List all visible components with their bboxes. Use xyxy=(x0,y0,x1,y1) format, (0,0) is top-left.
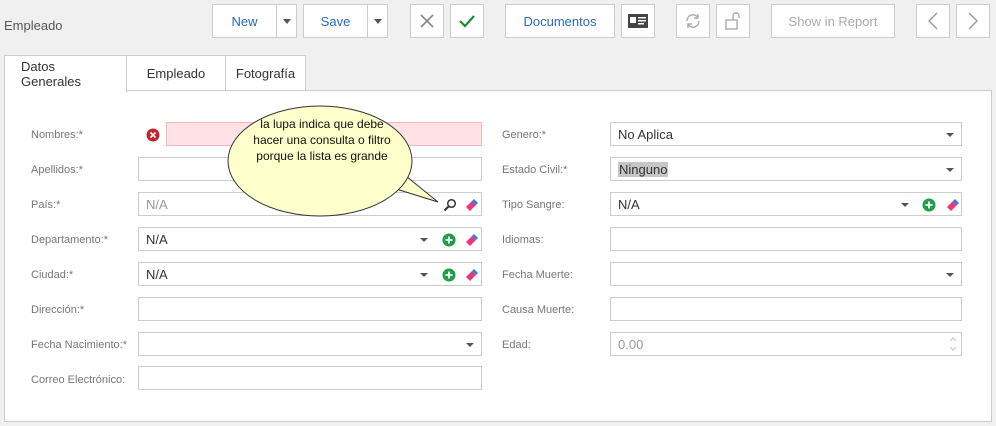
tab-bar: Datos Generales Empleado Fotografía xyxy=(4,55,306,92)
genero-label: Genero:* xyxy=(502,129,547,141)
refresh-icon xyxy=(686,14,700,28)
new-dropdown-button[interactable] xyxy=(276,4,297,38)
ciudad-label: Ciudad:* xyxy=(31,269,74,281)
eraser-icon[interactable] xyxy=(464,233,478,247)
tab-label: Empleado xyxy=(146,66,206,81)
fecha-nacimiento-label: Fecha Nacimiento:* xyxy=(31,339,127,351)
plus-circle-icon[interactable] xyxy=(442,233,456,247)
apellidos-label: Apellidos:* xyxy=(31,164,83,176)
chevron-down-icon[interactable] xyxy=(466,343,474,347)
estado-civil-select[interactable]: Ninguno xyxy=(610,157,962,181)
plus-circle-icon[interactable] xyxy=(442,268,456,282)
chevron-right-icon xyxy=(968,12,978,30)
chevron-down-icon[interactable] xyxy=(420,238,428,242)
fecha-muerte-label: Fecha Muerte: xyxy=(502,269,573,281)
idiomas-input[interactable] xyxy=(610,227,962,251)
chevron-down-icon[interactable] xyxy=(901,203,909,207)
previous-button[interactable] xyxy=(916,4,950,38)
documentos-button[interactable]: Documentos xyxy=(505,4,615,38)
departamento-value: N/A xyxy=(146,231,168,247)
plus-circle-icon[interactable] xyxy=(922,198,936,212)
pais-label: País:* xyxy=(31,199,61,211)
next-button[interactable] xyxy=(956,4,990,38)
genero-value: No Aplica xyxy=(618,126,673,142)
chevron-down-icon[interactable] xyxy=(946,133,954,137)
direccion-label: Dirección:* xyxy=(31,304,85,316)
eraser-icon[interactable] xyxy=(464,198,478,212)
idiomas-label: Idiomas: xyxy=(502,234,544,246)
causa-muerte-label: Causa Muerte: xyxy=(502,304,575,316)
chevron-down-icon[interactable] xyxy=(946,273,954,277)
id-card-icon xyxy=(628,14,648,28)
pais-value: N/A xyxy=(146,196,168,212)
chevron-down-icon xyxy=(282,18,291,24)
correo-label: Correo Electrónico: xyxy=(31,374,126,386)
edad-value: 0.00 xyxy=(618,336,644,352)
new-button[interactable]: New xyxy=(212,4,277,38)
tab-fotografia[interactable]: Fotografía xyxy=(225,55,306,91)
estado-civil-label: Estado Civil:* xyxy=(502,164,568,176)
accept-button[interactable] xyxy=(450,4,484,38)
tab-datos-generales[interactable]: Datos Generales xyxy=(4,55,127,92)
tab-label: Datos Generales xyxy=(21,59,81,89)
chevron-down-icon[interactable] xyxy=(420,273,428,277)
callout-text: la lupa indica que debe hacer una consul… xyxy=(253,117,391,163)
chevron-down-icon xyxy=(373,18,382,24)
chevron-down-icon[interactable] xyxy=(946,168,954,172)
id-card-button[interactable] xyxy=(621,4,655,38)
departamento-label: Departamento:* xyxy=(31,234,109,246)
eraser-icon[interactable] xyxy=(464,268,478,282)
fecha-muerte-input[interactable] xyxy=(610,262,962,286)
unlock-icon xyxy=(725,12,740,30)
save-dropdown-button[interactable] xyxy=(367,4,388,38)
ciudad-value: N/A xyxy=(146,266,168,282)
tab-label: Fotografía xyxy=(235,66,296,81)
edad-input[interactable]: 0.00 xyxy=(610,332,962,356)
page-title: Empleado xyxy=(4,18,63,33)
show-in-report-button[interactable]: Show in Report xyxy=(771,4,895,38)
eraser-icon[interactable] xyxy=(945,198,959,212)
fecha-nacimiento-input[interactable] xyxy=(138,332,482,356)
direccion-input[interactable] xyxy=(138,297,482,321)
correo-input[interactable] xyxy=(138,366,482,390)
departamento-select[interactable]: N/A xyxy=(138,227,482,251)
causa-muerte-input[interactable] xyxy=(610,297,962,321)
unlock-button[interactable] xyxy=(716,4,750,38)
check-icon xyxy=(459,15,475,28)
spinner-arrows-icon[interactable] xyxy=(948,334,958,354)
tipo-sangre-select[interactable]: N/A xyxy=(610,192,962,216)
edad-label: Edad: xyxy=(502,339,531,351)
cancel-button[interactable] xyxy=(410,4,444,38)
estado-civil-value: Ninguno xyxy=(618,161,669,177)
save-button[interactable]: Save xyxy=(303,4,368,38)
show-in-report-label: Show in Report xyxy=(788,13,878,29)
documentos-button-label: Documentos xyxy=(523,13,597,29)
error-x-icon xyxy=(146,128,160,142)
refresh-button[interactable] xyxy=(676,4,710,38)
new-button-label: New xyxy=(231,13,258,29)
x-icon xyxy=(420,14,434,28)
tipo-sangre-label: Tipo Sangre: xyxy=(502,199,565,211)
tab-empleado[interactable]: Empleado xyxy=(126,55,226,91)
chevron-left-icon xyxy=(928,12,938,30)
save-button-label: Save xyxy=(320,13,351,29)
genero-select[interactable]: No Aplica xyxy=(610,122,962,146)
nombres-label: Nombres:* xyxy=(31,129,83,141)
ciudad-select[interactable]: N/A xyxy=(138,262,482,286)
tipo-sangre-value: N/A xyxy=(618,196,640,212)
